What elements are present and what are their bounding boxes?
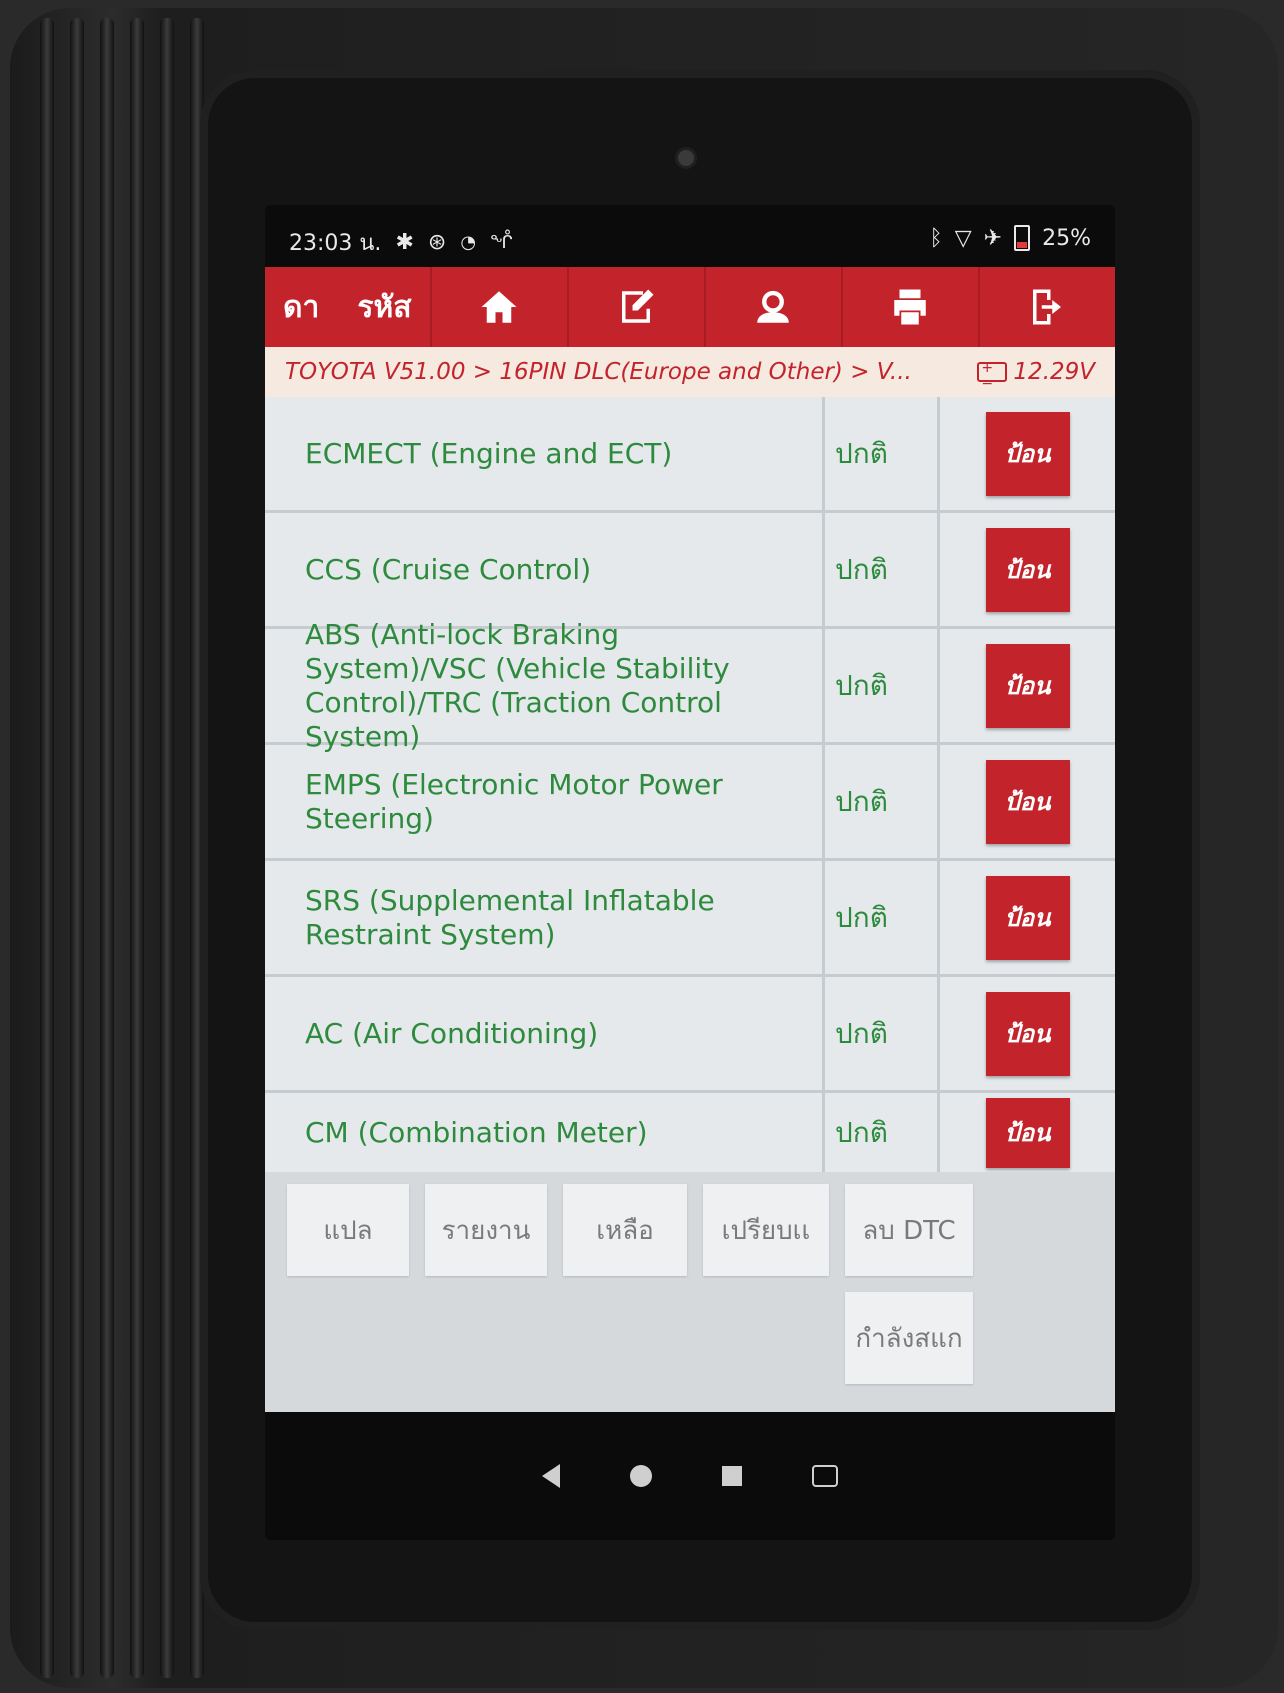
steering-icon: ⊛: [427, 230, 447, 255]
system-row: CM (Combination Meter) ปกติ ป้อน: [265, 1093, 1115, 1172]
system-name: ABS (Anti-lock Braking System)/VSC (Vehi…: [265, 618, 825, 753]
recent-apps-icon[interactable]: [722, 1466, 742, 1486]
system-row: SRS (Supplemental Inflatable Restraint S…: [265, 861, 1115, 977]
edit-button[interactable]: [569, 267, 706, 347]
device-screen: 23:03 น. ✱ ⊛ ◔ ᖎ ᛒ ▽ ✈ 25% ดา รหัส TOYOT…: [265, 205, 1115, 1540]
enter-system-button[interactable]: ป้อน: [985, 643, 1070, 728]
front-camera: [678, 150, 694, 166]
home-button[interactable]: [432, 267, 569, 347]
system-status: ปกติ: [825, 629, 940, 742]
action-bar: แปล รายงาน เหลือ เปรียบเเ ลบ DTC กำลังสแ…: [265, 1172, 1115, 1412]
android-nav-bar: [265, 1412, 1115, 1540]
scanning-button[interactable]: กำลังสแก: [845, 1292, 973, 1384]
battery-icon: [1014, 225, 1031, 251]
bluetooth-icon: ᛒ: [929, 225, 943, 251]
status-time: 23:03 น.: [289, 231, 382, 256]
system-status: ปกติ: [825, 397, 940, 510]
system-name: SRS (Supplemental Inflatable Restraint S…: [265, 861, 825, 974]
system-status: ปกติ: [825, 745, 940, 858]
system-row: CCS (Cruise Control) ปกติ ป้อน: [265, 513, 1115, 629]
system-list: ECMECT (Engine and ECT) ปกติ ป้อน CCS (C…: [265, 397, 1115, 1172]
system-row: EMPS (Electronic Motor Power Steering) ป…: [265, 745, 1115, 861]
user-support-button[interactable]: [706, 267, 843, 347]
status-bar: 23:03 น. ✱ ⊛ ◔ ᖎ ᛒ ▽ ✈ 25%: [265, 225, 1115, 259]
home-circle-icon[interactable]: [630, 1465, 652, 1487]
main-toolbar: ดา รหัส: [265, 267, 1115, 347]
airplane-icon: ✈: [983, 225, 1003, 251]
translate-button[interactable]: แปล: [287, 1184, 409, 1276]
system-row: ABS (Anti-lock Braking System)/VSC (Vehi…: [265, 618, 1115, 753]
toolbar-label-1: ดา: [283, 289, 320, 325]
system-status: ปกติ: [825, 1093, 940, 1172]
voltage-readout: 12.29V: [977, 359, 1095, 392]
system-name: CM (Combination Meter): [265, 1093, 825, 1172]
compare-button[interactable]: เปรียบเเ: [703, 1184, 829, 1276]
enter-system-button[interactable]: ป้อน: [985, 411, 1070, 496]
exit-button[interactable]: [980, 267, 1115, 347]
screenshot-icon[interactable]: [812, 1465, 838, 1487]
report-button[interactable]: รายงาน: [425, 1184, 547, 1276]
enter-system-button[interactable]: ป้อน: [985, 875, 1070, 960]
system-row: AC (Air Conditioning) ปกติ ป้อน: [265, 977, 1115, 1093]
signal-icon: ▽: [954, 225, 972, 251]
system-name: CCS (Cruise Control): [265, 513, 825, 626]
enter-system-button[interactable]: ป้อน: [985, 991, 1070, 1076]
edit-note-icon: [622, 289, 654, 323]
device-grip: [40, 18, 220, 1678]
printer-icon: [894, 289, 927, 325]
system-name: AC (Air Conditioning): [265, 977, 825, 1090]
toolbar-label-2: รหัส: [357, 289, 412, 325]
help-button[interactable]: เหลือ: [563, 1184, 687, 1276]
breadcrumb-path: TOYOTA V51.00 > 16PIN DLC(Europe and Oth…: [285, 359, 912, 385]
toolbar-search-button[interactable]: ดา รหัส: [265, 267, 432, 347]
clear-dtc-button[interactable]: ลบ DTC: [845, 1184, 973, 1276]
system-name: ECMECT (Engine and ECT): [265, 397, 825, 510]
print-button[interactable]: [843, 267, 980, 347]
system-name: EMPS (Electronic Motor Power Steering): [265, 745, 825, 858]
battery-percent: 25%: [1042, 225, 1091, 251]
stethoscope-icon: ᖎ: [490, 232, 513, 253]
system-row: ECMECT (Engine and ECT) ปกติ ป้อน: [265, 397, 1115, 513]
enter-system-button[interactable]: ป้อน: [985, 527, 1070, 612]
system-status: ปกติ: [825, 861, 940, 974]
enter-system-button[interactable]: ป้อน: [985, 759, 1070, 844]
exit-icon: [1033, 289, 1062, 325]
car-battery-icon: [977, 360, 1008, 392]
system-status: ปกติ: [825, 513, 940, 626]
breadcrumb: TOYOTA V51.00 > 16PIN DLC(Europe and Oth…: [265, 347, 1115, 397]
voltage-value: 12.29V: [1013, 359, 1095, 385]
wifi-icon: ◔: [460, 232, 477, 253]
user-support-icon: [757, 290, 790, 323]
system-status: ปกติ: [825, 977, 940, 1090]
home-icon: [481, 291, 517, 323]
back-icon[interactable]: [542, 1464, 560, 1488]
gear-icon: ✱: [395, 230, 414, 255]
enter-system-button[interactable]: ป้อน: [985, 1097, 1070, 1168]
